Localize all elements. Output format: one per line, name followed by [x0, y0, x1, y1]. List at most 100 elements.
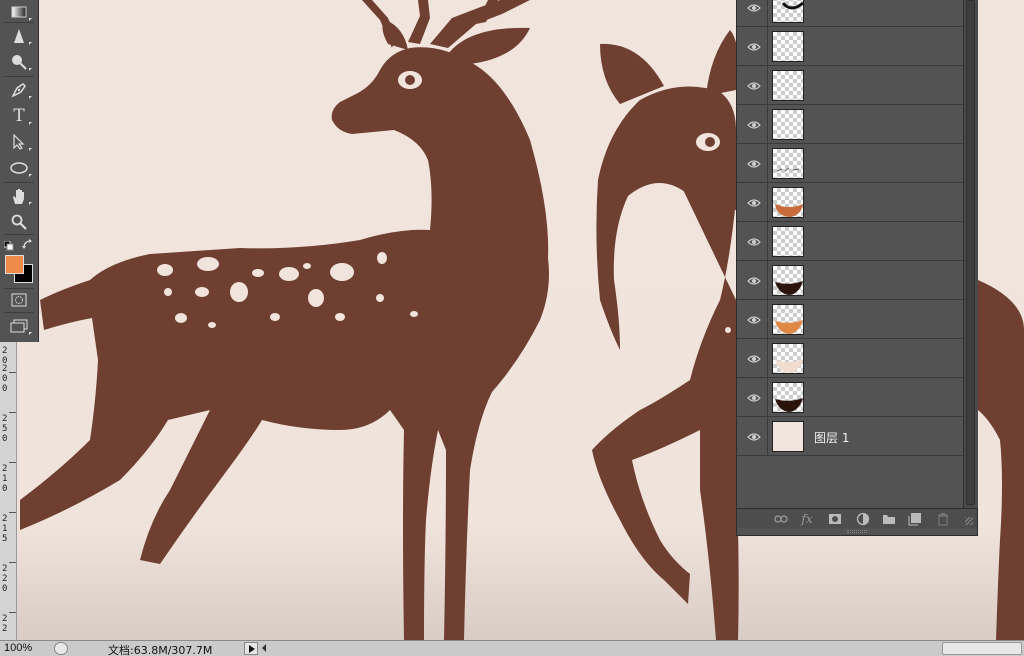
pen-icon — [11, 83, 26, 98]
layer-thumbnail[interactable] — [772, 187, 804, 218]
delete-layer-button[interactable] — [935, 512, 951, 526]
screen-mode-icon — [10, 319, 28, 333]
layer-name[interactable]: 图层 1 — [814, 429, 849, 446]
hand-tool[interactable] — [5, 184, 33, 208]
layer-row[interactable] — [737, 339, 963, 378]
layers-scrollbar-thumb[interactable] — [966, 0, 975, 505]
dodge-tool[interactable] — [5, 50, 33, 74]
layer-divider — [767, 339, 768, 378]
scroll-left-arrow-icon[interactable] — [262, 644, 266, 652]
layer-thumbnail[interactable] — [772, 0, 804, 23]
layer-thumbnail[interactable] — [772, 31, 804, 62]
layer-thumbnail[interactable] — [772, 109, 804, 140]
zoom-level[interactable]: 100% — [4, 642, 32, 654]
dodge-icon — [12, 55, 27, 70]
type-tool[interactable]: T — [5, 104, 33, 128]
gradient-icon — [11, 6, 27, 18]
ruler-tick — [9, 562, 16, 563]
layer-thumbnail[interactable] — [772, 70, 804, 101]
layer-divider — [767, 66, 768, 105]
layer-divider — [767, 378, 768, 417]
layer-row[interactable] — [737, 0, 963, 27]
layer-thumbnail[interactable] — [772, 148, 804, 179]
eye-icon[interactable] — [747, 118, 761, 130]
eye-icon[interactable] — [747, 313, 761, 325]
status-menu-arrow-button[interactable] — [244, 642, 258, 655]
eye-icon[interactable] — [747, 274, 761, 286]
layer-row[interactable] — [737, 222, 963, 261]
layer-thumbnail[interactable] — [772, 421, 804, 452]
layer-divider — [767, 183, 768, 222]
layer-divider — [767, 261, 768, 300]
sharpen-icon — [14, 29, 24, 43]
ruler-label: 2 1 0 — [2, 464, 8, 494]
left-deer — [20, 0, 549, 640]
fx-button[interactable]: fx — [799, 512, 815, 526]
layer-row[interactable] — [737, 300, 963, 339]
layer-row[interactable] — [737, 261, 963, 300]
layer-divider — [767, 27, 768, 66]
adjustment-layer-button[interactable] — [855, 512, 871, 526]
add-mask-button[interactable] — [827, 512, 843, 526]
ellipse-tool[interactable] — [5, 156, 33, 180]
zoom-tool[interactable] — [5, 210, 33, 234]
layer-row[interactable] — [737, 183, 963, 222]
eye-icon[interactable] — [747, 196, 761, 208]
screen-mode-button[interactable] — [5, 314, 33, 338]
link-layers-button[interactable] — [773, 512, 789, 526]
pen-tool[interactable] — [5, 78, 33, 102]
layer-row[interactable] — [737, 105, 963, 144]
layer-row[interactable]: 图层 1 — [737, 417, 963, 456]
new-group-button[interactable] — [881, 512, 897, 526]
layers-panel-footer: fx — [737, 508, 977, 528]
eye-icon[interactable] — [747, 352, 761, 364]
photoshop-window: 2 0 2 0 0 2 5 0 2 1 0 2 1 5 2 2 0 2 2 T … — [0, 0, 1024, 656]
new-layer-button[interactable] — [907, 512, 923, 526]
ruler-label: 2 2 — [2, 614, 8, 634]
document-size-info: 文档:63.8M/307.7M — [108, 644, 213, 656]
layer-divider — [767, 417, 768, 456]
eye-icon[interactable] — [747, 1, 761, 13]
eye-icon[interactable] — [747, 40, 761, 52]
tools-panel: T — [0, 0, 39, 342]
quick-mask-button[interactable] — [5, 288, 33, 312]
default-colors-button[interactable] — [3, 238, 14, 251]
layer-row[interactable] — [737, 378, 963, 417]
panel-drag-grip[interactable] — [847, 530, 867, 533]
layer-thumbnail[interactable] — [772, 343, 804, 374]
trash-icon — [938, 513, 948, 526]
quick-mask-icon — [11, 293, 27, 307]
status-bar: 100% 文档:63.8M/307.7M — [0, 640, 1024, 656]
folder-icon — [883, 515, 895, 524]
ruler-tick — [9, 372, 16, 373]
layer-row[interactable] — [737, 144, 963, 183]
eye-icon[interactable] — [747, 157, 761, 169]
layer-divider — [767, 105, 768, 144]
eye-icon[interactable] — [747, 235, 761, 247]
mask-icon — [829, 514, 841, 524]
sharpen-tool[interactable] — [5, 24, 33, 48]
eye-icon[interactable] — [747, 79, 761, 91]
eye-icon[interactable] — [747, 391, 761, 403]
layer-row[interactable] — [737, 27, 963, 66]
swap-arrows-icon — [22, 239, 32, 249]
eye-icon[interactable] — [747, 430, 761, 442]
layer-thumbnail[interactable] — [772, 265, 804, 296]
layer-list: 图层 1 — [737, 0, 963, 463]
type-icon: T — [13, 106, 25, 126]
swap-colors-button[interactable] — [22, 237, 33, 249]
resize-grip-icon[interactable] — [965, 517, 973, 525]
layer-divider — [767, 144, 768, 183]
layer-thumbnail[interactable] — [772, 226, 804, 257]
path-selection-tool[interactable] — [5, 130, 33, 154]
foreground-color-swatch[interactable] — [5, 255, 24, 274]
layer-row[interactable] — [737, 66, 963, 105]
layer-thumbnail[interactable] — [772, 304, 804, 335]
horizontal-scrollbar-thumb[interactable] — [942, 642, 1022, 655]
gradient-tool[interactable] — [5, 0, 33, 24]
ruler-label: 2 5 0 — [2, 414, 8, 444]
status-info-icon[interactable] — [54, 642, 68, 655]
ruler-tick — [9, 512, 16, 513]
layer-thumbnail[interactable] — [772, 382, 804, 413]
direct-selection-arrow-icon — [13, 134, 25, 150]
